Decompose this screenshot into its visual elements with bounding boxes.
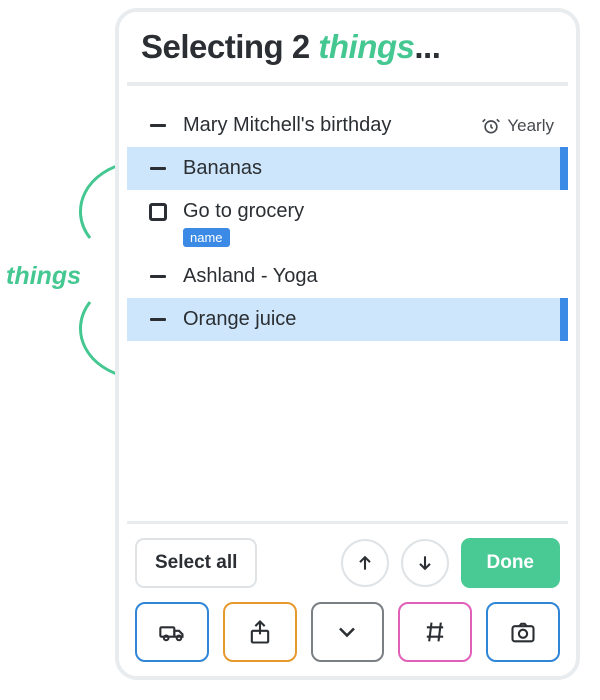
item-label: Bananas xyxy=(183,157,546,180)
dash-icon xyxy=(145,124,171,127)
truck-icon xyxy=(158,618,186,646)
footer-top-row: Select all Done xyxy=(135,538,560,588)
recurrence-badge: Yearly xyxy=(481,116,554,136)
selection-panel: Selecting 2 things... Mary Mitchell's bi… xyxy=(115,8,580,680)
list-item[interactable]: Bananas xyxy=(127,147,568,190)
move-up-button[interactable] xyxy=(341,539,389,587)
tag-button[interactable] xyxy=(398,602,472,662)
annotation-label: things xyxy=(6,262,81,291)
recurrence-text: Yearly xyxy=(507,116,554,136)
item-label: Orange juice xyxy=(183,308,546,331)
hash-icon xyxy=(421,618,449,646)
dash-icon xyxy=(145,167,171,170)
share-button[interactable] xyxy=(223,602,297,662)
list-item[interactable]: Ashland - Yoga xyxy=(127,255,568,298)
list-item[interactable]: Mary Mitchell's birthday Yearly xyxy=(127,104,568,147)
alarm-icon xyxy=(481,116,501,136)
item-list: Mary Mitchell's birthday Yearly Bananas … xyxy=(127,86,568,521)
dash-icon xyxy=(145,275,171,278)
select-all-button[interactable]: Select all xyxy=(135,538,257,588)
move-button[interactable] xyxy=(135,602,209,662)
page-title: Selecting 2 things... xyxy=(141,28,554,66)
chevron-down-icon xyxy=(333,618,361,646)
camera-button[interactable] xyxy=(486,602,560,662)
title-bar: Selecting 2 things... xyxy=(127,18,568,86)
title-accent: things xyxy=(318,28,414,65)
camera-icon xyxy=(509,618,537,646)
footer: Select all Done xyxy=(127,521,568,666)
title-prefix: Selecting 2 xyxy=(141,28,318,65)
move-down-button[interactable] xyxy=(401,539,449,587)
item-label: Mary Mitchell's birthday xyxy=(183,114,481,137)
footer-actions-row xyxy=(135,602,560,662)
checkbox-icon[interactable] xyxy=(145,203,171,221)
item-label: Go to grocery xyxy=(183,200,554,223)
arrow-up-icon xyxy=(355,553,375,573)
arrow-down-icon xyxy=(415,553,435,573)
share-icon xyxy=(246,618,274,646)
done-button[interactable]: Done xyxy=(461,538,561,588)
expand-button[interactable] xyxy=(311,602,385,662)
item-label: Ashland - Yoga xyxy=(183,265,554,288)
dash-icon xyxy=(145,318,171,321)
list-item[interactable]: Go to grocery xyxy=(127,190,568,233)
title-suffix: ... xyxy=(414,28,440,65)
list-item[interactable]: Orange juice xyxy=(127,298,568,341)
